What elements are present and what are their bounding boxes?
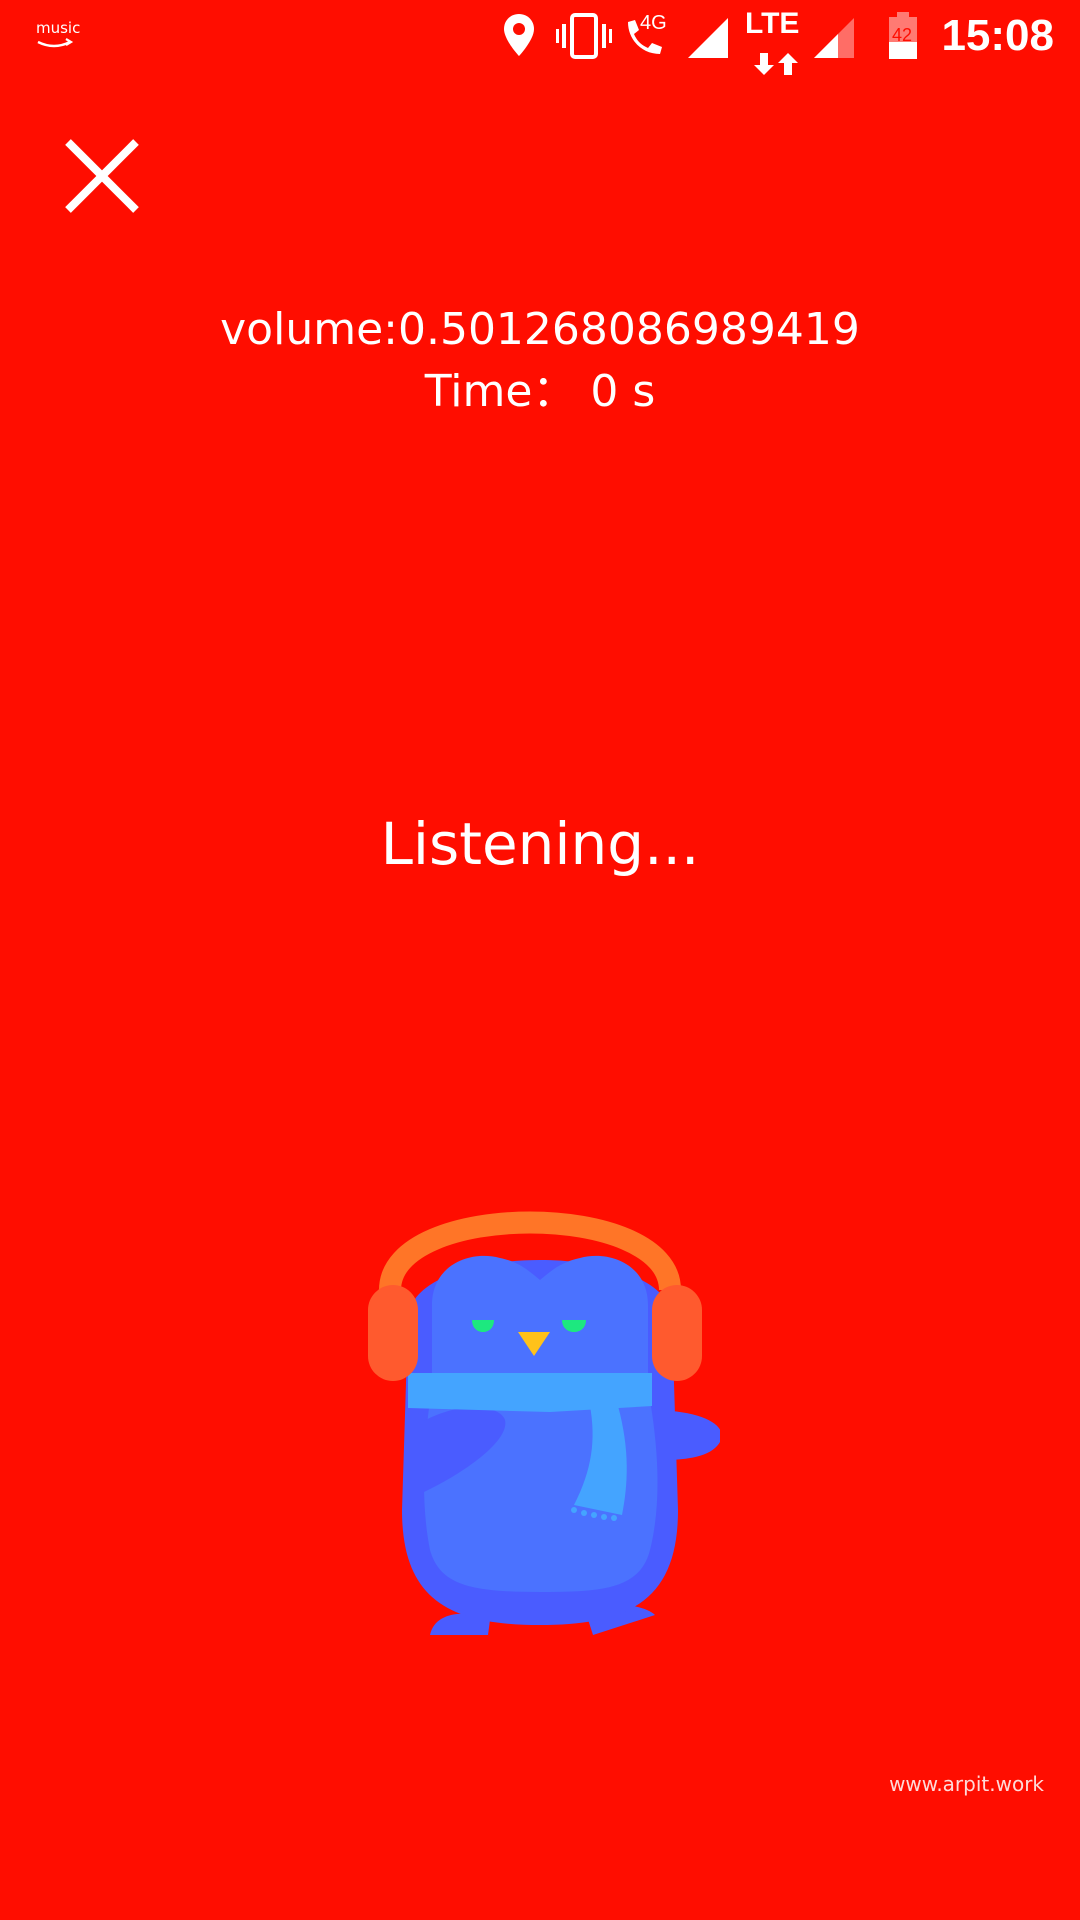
listening-screen: music 4G LTE 42 15:08 volume:0.501268086… <box>0 0 1080 1920</box>
close-button[interactable] <box>62 136 142 216</box>
battery-level-label: 42 <box>892 25 913 45</box>
vibrate-icon <box>556 13 612 59</box>
status-clock: 15:08 <box>941 11 1054 60</box>
amazon-music-icon: music <box>36 20 80 50</box>
listening-status: Listening... <box>380 810 700 878</box>
status-bar: music 4G LTE 42 15:08 <box>0 0 1080 75</box>
close-icon <box>65 139 139 213</box>
lte-label: LTE <box>745 7 800 40</box>
lte-data-icon <box>754 53 798 75</box>
time-readout: Time： 0 s <box>424 366 656 417</box>
penguin-headphones-icon <box>360 1180 722 1640</box>
network-type-label: 4G <box>640 12 667 34</box>
signal-icon-2 <box>814 18 854 58</box>
signal-icon <box>688 18 728 58</box>
watermark-text: www.arpit.work <box>889 1772 1044 1796</box>
volume-readout: volume:0.501268086989419 <box>220 304 860 355</box>
location-icon <box>504 14 534 56</box>
